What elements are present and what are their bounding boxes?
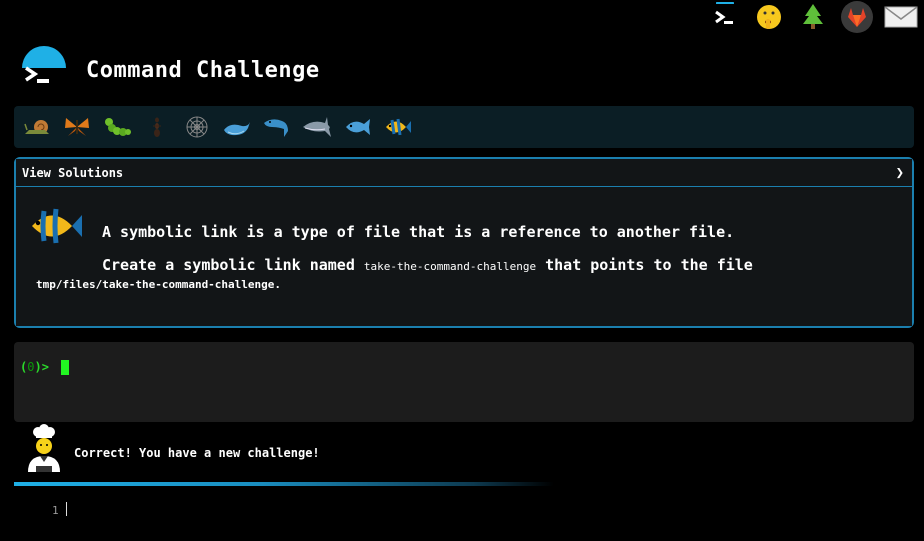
top-nav (708, 0, 918, 34)
view-solutions-toggle[interactable]: View Solutions ❯ (16, 159, 912, 187)
gitlab-icon[interactable] (840, 0, 874, 34)
challenge-line1: A symbolic link is a type of file that i… (102, 223, 735, 241)
progress-bar (14, 482, 554, 486)
line3-period: . (274, 278, 282, 291)
line2-suffix: that points to the file (545, 256, 753, 274)
editor-caret[interactable] (66, 502, 67, 516)
page-title: Command Challenge (86, 58, 320, 83)
challenge-line3: tmp/files/take-the-command-challenge. (36, 278, 281, 291)
chef-avatar-icon (28, 424, 60, 472)
link-name-code: take-the-command-challenge (363, 260, 537, 273)
target-path-code: tmp/files/take-the-command-challenge (36, 278, 275, 291)
chevron-right-icon: ❯ (895, 164, 904, 181)
spider-web-icon[interactable] (180, 110, 214, 144)
tropical-fish-avatar-icon (32, 208, 82, 244)
terminal-input[interactable]: (0)> (14, 342, 914, 422)
caterpillar-icon[interactable] (100, 110, 134, 144)
terminal-icon[interactable] (708, 0, 742, 34)
tree-icon[interactable] (796, 0, 830, 34)
mail-icon[interactable] (884, 0, 918, 34)
shushing-face-icon[interactable] (752, 0, 786, 34)
challenge-line2: Create a symbolic link named take-the-co… (102, 256, 753, 274)
snail-icon[interactable] (20, 110, 54, 144)
challenge-body: A symbolic link is a type of file that i… (16, 187, 912, 326)
fish-icon[interactable] (340, 110, 374, 144)
ant-icon[interactable] (140, 110, 174, 144)
challenge-card: View Solutions ❯ A symbolic link is a ty… (14, 157, 914, 328)
prompt-close: )> (34, 360, 49, 374)
view-solutions-label: View Solutions (22, 165, 124, 180)
level-bar (14, 106, 914, 148)
shark-icon[interactable] (300, 110, 334, 144)
butterfly-icon[interactable] (60, 110, 94, 144)
tropical-fish-icon[interactable] (380, 110, 414, 144)
app-logo (22, 46, 66, 90)
terminal-cursor (61, 360, 69, 375)
dolphin-icon[interactable] (260, 110, 294, 144)
editor-line-number: 1 (52, 504, 59, 517)
status-message: Correct! You have a new challenge! (74, 446, 320, 460)
terminal-prompt: (0)> (20, 360, 49, 374)
line2-prefix: Create a symbolic link named (102, 256, 355, 274)
whale-icon[interactable] (220, 110, 254, 144)
